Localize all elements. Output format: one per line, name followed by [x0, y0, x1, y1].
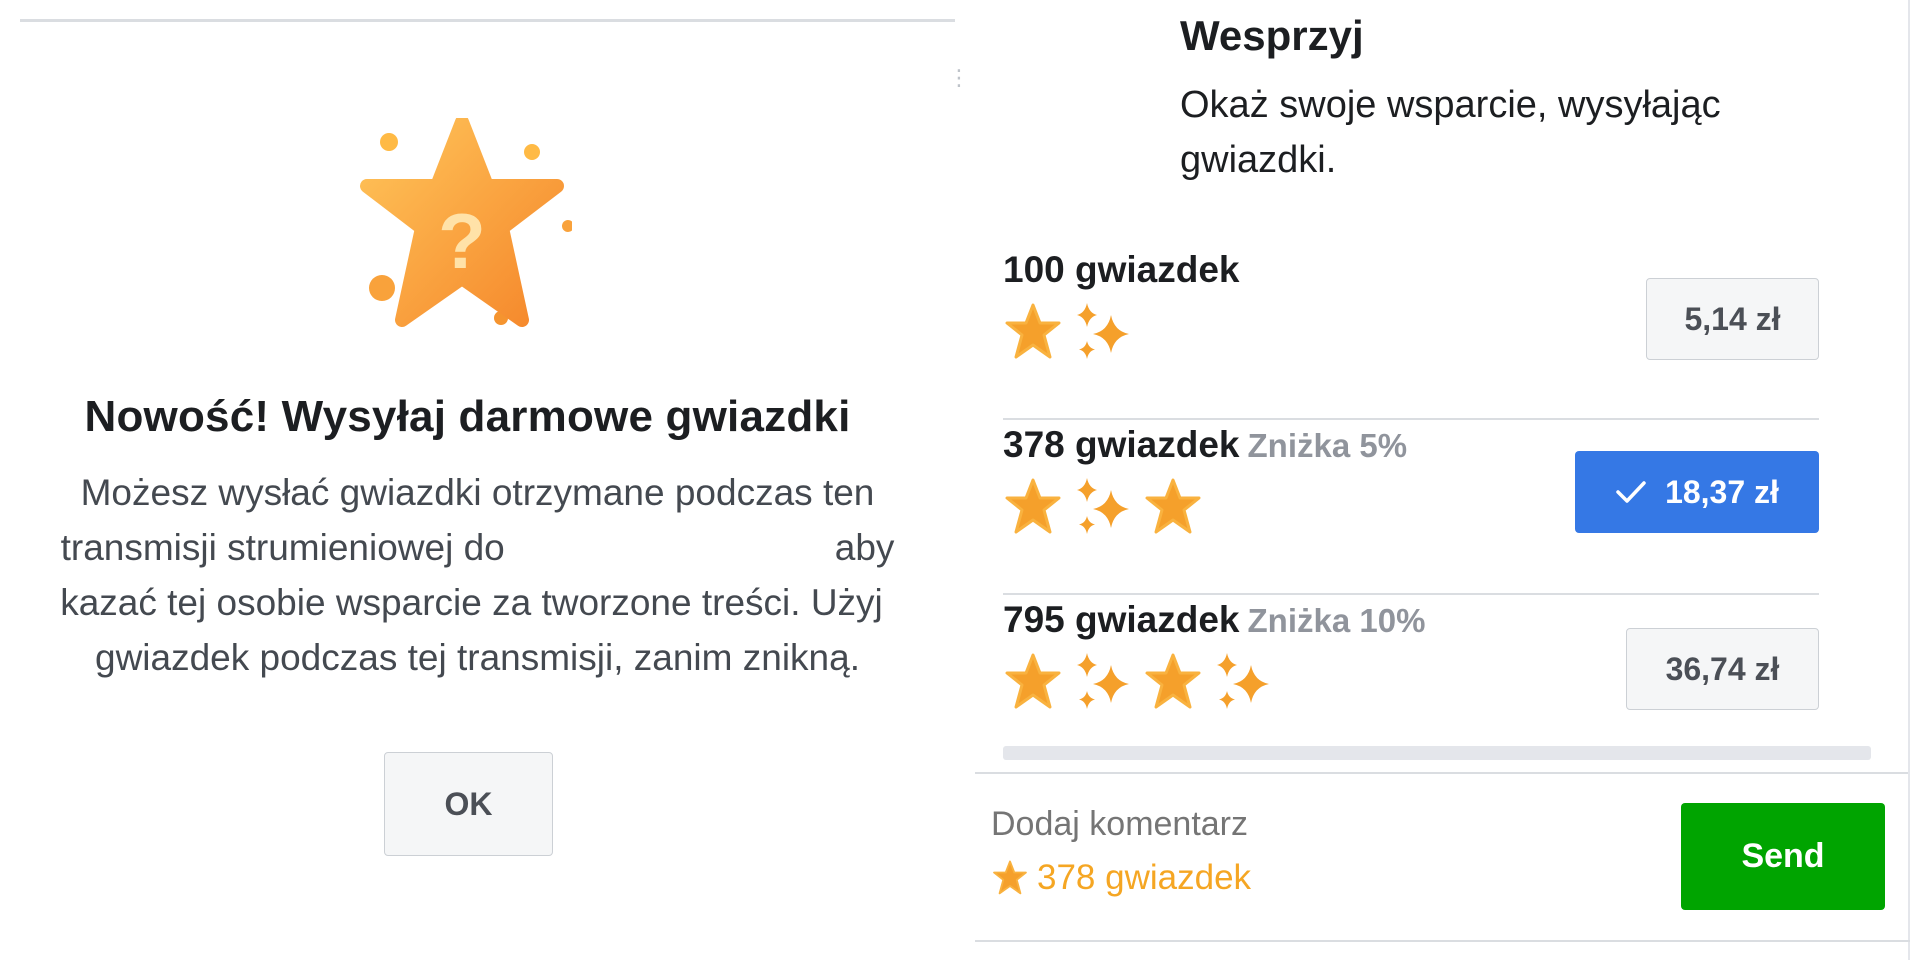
- modal-top-border: [20, 19, 955, 22]
- star-icon: [1005, 303, 1061, 359]
- package-stars: [1003, 476, 1203, 540]
- star-question-icon: ?: [360, 118, 572, 327]
- star-icon: [1005, 653, 1061, 709]
- divider: [975, 772, 1910, 774]
- star-package-option[interactable]: 795 gwiazdek Zniżka 10% 36,74 zł: [1003, 595, 1819, 745]
- price-button[interactable]: 5,14 zł: [1646, 278, 1819, 360]
- support-subtitle: Okaż swoje wsparcie, wysyłając gwiazdki.: [1180, 84, 1721, 181]
- price-button-selected[interactable]: 18,37 zł: [1575, 451, 1819, 533]
- modal-body-line: Możesz wysłać gwiazdki otrzymane podczas…: [80, 472, 875, 513]
- package-stars: [1003, 651, 1273, 715]
- divider: [975, 940, 1910, 942]
- horizontal-scrollbar[interactable]: [1003, 746, 1871, 760]
- modal-body-line: transmisji strumieniowej do aby: [60, 527, 895, 568]
- support-title: Wesprzyj: [1180, 12, 1364, 59]
- comment-input[interactable]: [991, 796, 1471, 852]
- star-icon: [1005, 478, 1061, 534]
- discount-label: Zniżka 10%: [1247, 602, 1426, 639]
- selected-stars-label: 378 gwiazdek: [1037, 858, 1252, 897]
- price-button[interactable]: 36,74 zł: [1626, 628, 1819, 710]
- more-icon[interactable]: ⋮: [948, 60, 970, 96]
- ok-button[interactable]: OK: [384, 752, 553, 856]
- star-package-option[interactable]: 378 gwiazdek Zniżka 5% 18,37 zł: [1003, 420, 1819, 595]
- modal-body: Możesz wysłać gwiazdki otrzymane podczas…: [15, 465, 940, 685]
- package-stars: [1003, 301, 1133, 365]
- star-icon: [1145, 478, 1201, 534]
- modal-body-line: kazać tej osobie wsparcie za tworzone tr…: [60, 582, 883, 623]
- star-icon: [1145, 653, 1201, 709]
- modal-body-line: gwiazdek podczas tej transmisji, zanim z…: [95, 637, 860, 678]
- package-label: 795 gwiazdek: [1003, 599, 1240, 640]
- selected-stars-summary: 378 gwiazdek: [991, 858, 1251, 898]
- sparkle-icon: [1077, 303, 1129, 359]
- svg-text:?: ?: [438, 197, 486, 285]
- star-icon: [993, 860, 1027, 895]
- send-button[interactable]: Send: [1681, 803, 1885, 910]
- sparkle-icon: [1077, 478, 1129, 534]
- modal-title: Nowość! Wysyłaj darmowe gwiazdki: [84, 392, 851, 441]
- package-label: 378 gwiazdek: [1003, 424, 1240, 465]
- checkmark-icon: [1615, 479, 1647, 505]
- free-stars-modal: ⋮ ? Nowość! Wysyłaj darmowe gwiazdki Moż…: [0, 0, 970, 960]
- panel-border: [1908, 0, 1910, 960]
- discount-label: Zniżka 5%: [1247, 427, 1408, 464]
- sparkle-icon: [1077, 653, 1129, 709]
- package-label: 100 gwiazdek: [1003, 249, 1240, 290]
- support-panel: Wesprzyj Okaż swoje wsparcie, wysyłając …: [975, 0, 1920, 960]
- star-package-option[interactable]: 100 gwiazdek 5,14 zł: [1003, 245, 1819, 420]
- sparkle-icon: [1217, 653, 1269, 709]
